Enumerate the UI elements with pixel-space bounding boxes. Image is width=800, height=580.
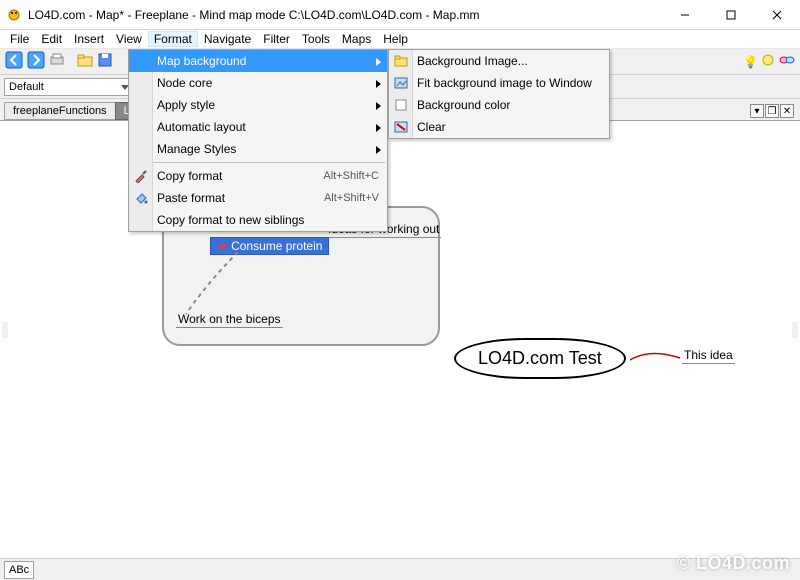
menu-filter[interactable]: Filter	[257, 31, 296, 47]
menu-automatic-layout[interactable]: Automatic layout	[129, 116, 387, 138]
arrow-icon: ➔	[217, 239, 227, 253]
menu-insert[interactable]: Insert	[68, 31, 110, 47]
menu-label: Fit background image to Window	[417, 76, 592, 90]
red-connector-icon	[630, 350, 686, 370]
open-icon[interactable]	[76, 51, 94, 72]
menu-label: Map background	[157, 54, 246, 68]
menu-label: Paste format	[157, 191, 225, 205]
menu-shortcut: Alt+Shift+C	[293, 170, 379, 182]
menu-label: Background Image...	[417, 54, 528, 68]
tab-window-controls: ▾ ❐ ✕	[748, 102, 796, 120]
submenu-clear[interactable]: Clear	[389, 116, 609, 138]
menu-file[interactable]: File	[4, 31, 35, 47]
style-combo[interactable]: Default	[4, 78, 134, 96]
tab-freeplane-functions[interactable]: freeplaneFunctions	[4, 102, 116, 120]
menu-label: Automatic layout	[157, 120, 246, 134]
icon-light-icon[interactable]	[760, 52, 776, 71]
icon-lamp-icon[interactable]: 💡	[743, 55, 758, 69]
tab-restore-icon[interactable]: ❐	[765, 104, 779, 118]
tab-label: freeplaneFunctions	[13, 105, 107, 117]
menu-edit[interactable]: Edit	[35, 31, 68, 47]
node-text: This idea	[684, 348, 733, 362]
node-text: LO4D.com Test	[478, 348, 602, 368]
menu-view[interactable]: View	[110, 31, 148, 47]
root-node[interactable]: LO4D.com Test	[454, 338, 626, 379]
print-icon[interactable]	[48, 51, 66, 72]
maximize-button[interactable]	[708, 0, 754, 30]
submenu-background-color[interactable]: Background color	[389, 94, 609, 116]
map-background-submenu: Background Image... Fit background image…	[388, 49, 610, 139]
status-bar: ABc	[0, 558, 800, 580]
nav-back-icon[interactable]	[4, 50, 24, 73]
menu-label: Apply style	[157, 98, 215, 112]
node-text: Consume protein	[231, 239, 322, 253]
icon-misc-icon[interactable]	[778, 52, 796, 71]
submenu-fit-background[interactable]: Fit background image to Window	[389, 72, 609, 94]
menu-tools[interactable]: Tools	[296, 31, 336, 47]
menu-separator	[131, 162, 385, 163]
status-abc-button[interactable]: ABc	[4, 561, 34, 579]
left-edge-handle[interactable]	[2, 322, 8, 338]
menu-help[interactable]: Help	[377, 31, 414, 47]
menu-apply-style[interactable]: Apply style	[129, 94, 387, 116]
close-button[interactable]	[754, 0, 800, 30]
eyedropper-icon	[133, 168, 149, 184]
nav-forward-icon[interactable]	[26, 50, 46, 73]
style-combo-value: Default	[9, 81, 44, 93]
right-edge-handle[interactable]	[792, 322, 798, 338]
menu-node-core[interactable]: Node core	[129, 72, 387, 94]
save-icon[interactable]	[96, 51, 114, 72]
format-menu-popup: Map background Node core Apply style Aut…	[128, 49, 388, 232]
menu-format[interactable]: Format	[148, 31, 198, 47]
window-title: LO4D.com - Map* - Freeplane - Mind map m…	[28, 8, 662, 22]
menu-label: Manage Styles	[157, 142, 236, 156]
tab-close-icon[interactable]: ✕	[780, 104, 794, 118]
status-abc-label: ABc	[9, 564, 29, 576]
paint-bucket-icon	[133, 190, 149, 206]
menu-map-background[interactable]: Map background	[129, 50, 387, 72]
menu-shortcut: Alt+Shift+V	[294, 192, 379, 204]
clear-image-icon	[393, 119, 409, 135]
title-bar: LO4D.com - Map* - Freeplane - Mind map m…	[0, 0, 800, 30]
menu-label: Copy format	[157, 169, 222, 183]
menu-bar: File Edit Insert View Format Navigate Fi…	[0, 30, 800, 49]
minimize-button[interactable]	[662, 0, 708, 30]
mindmap-canvas[interactable]: Ideas for working out ➔ Consume protein …	[4, 122, 796, 558]
color-swatch-icon	[393, 97, 409, 113]
app-icon	[6, 7, 22, 23]
submenu-background-image[interactable]: Background Image...	[389, 50, 609, 72]
menu-label: Copy format to new siblings	[157, 213, 304, 227]
node-text: Work on the biceps	[178, 312, 281, 326]
menu-maps[interactable]: Maps	[336, 31, 377, 47]
menu-paste-format[interactable]: Paste format Alt+Shift+V	[129, 187, 387, 209]
menu-label: Background color	[417, 98, 510, 112]
menu-label: Node core	[157, 76, 212, 90]
window-controls	[662, 0, 800, 30]
menu-label: Clear	[417, 120, 446, 134]
menu-navigate[interactable]: Navigate	[198, 31, 257, 47]
child-node-this-idea[interactable]: This idea	[682, 348, 735, 364]
folder-image-icon	[393, 53, 409, 69]
menu-copy-format-siblings[interactable]: Copy format to new siblings	[129, 209, 387, 231]
tab-minimize-icon[interactable]: ▾	[750, 104, 764, 118]
fit-image-icon	[393, 75, 409, 91]
menu-manage-styles[interactable]: Manage Styles	[129, 138, 387, 160]
child-node-biceps[interactable]: Work on the biceps	[176, 312, 283, 328]
menu-copy-format[interactable]: Copy format Alt+Shift+C	[129, 165, 387, 187]
